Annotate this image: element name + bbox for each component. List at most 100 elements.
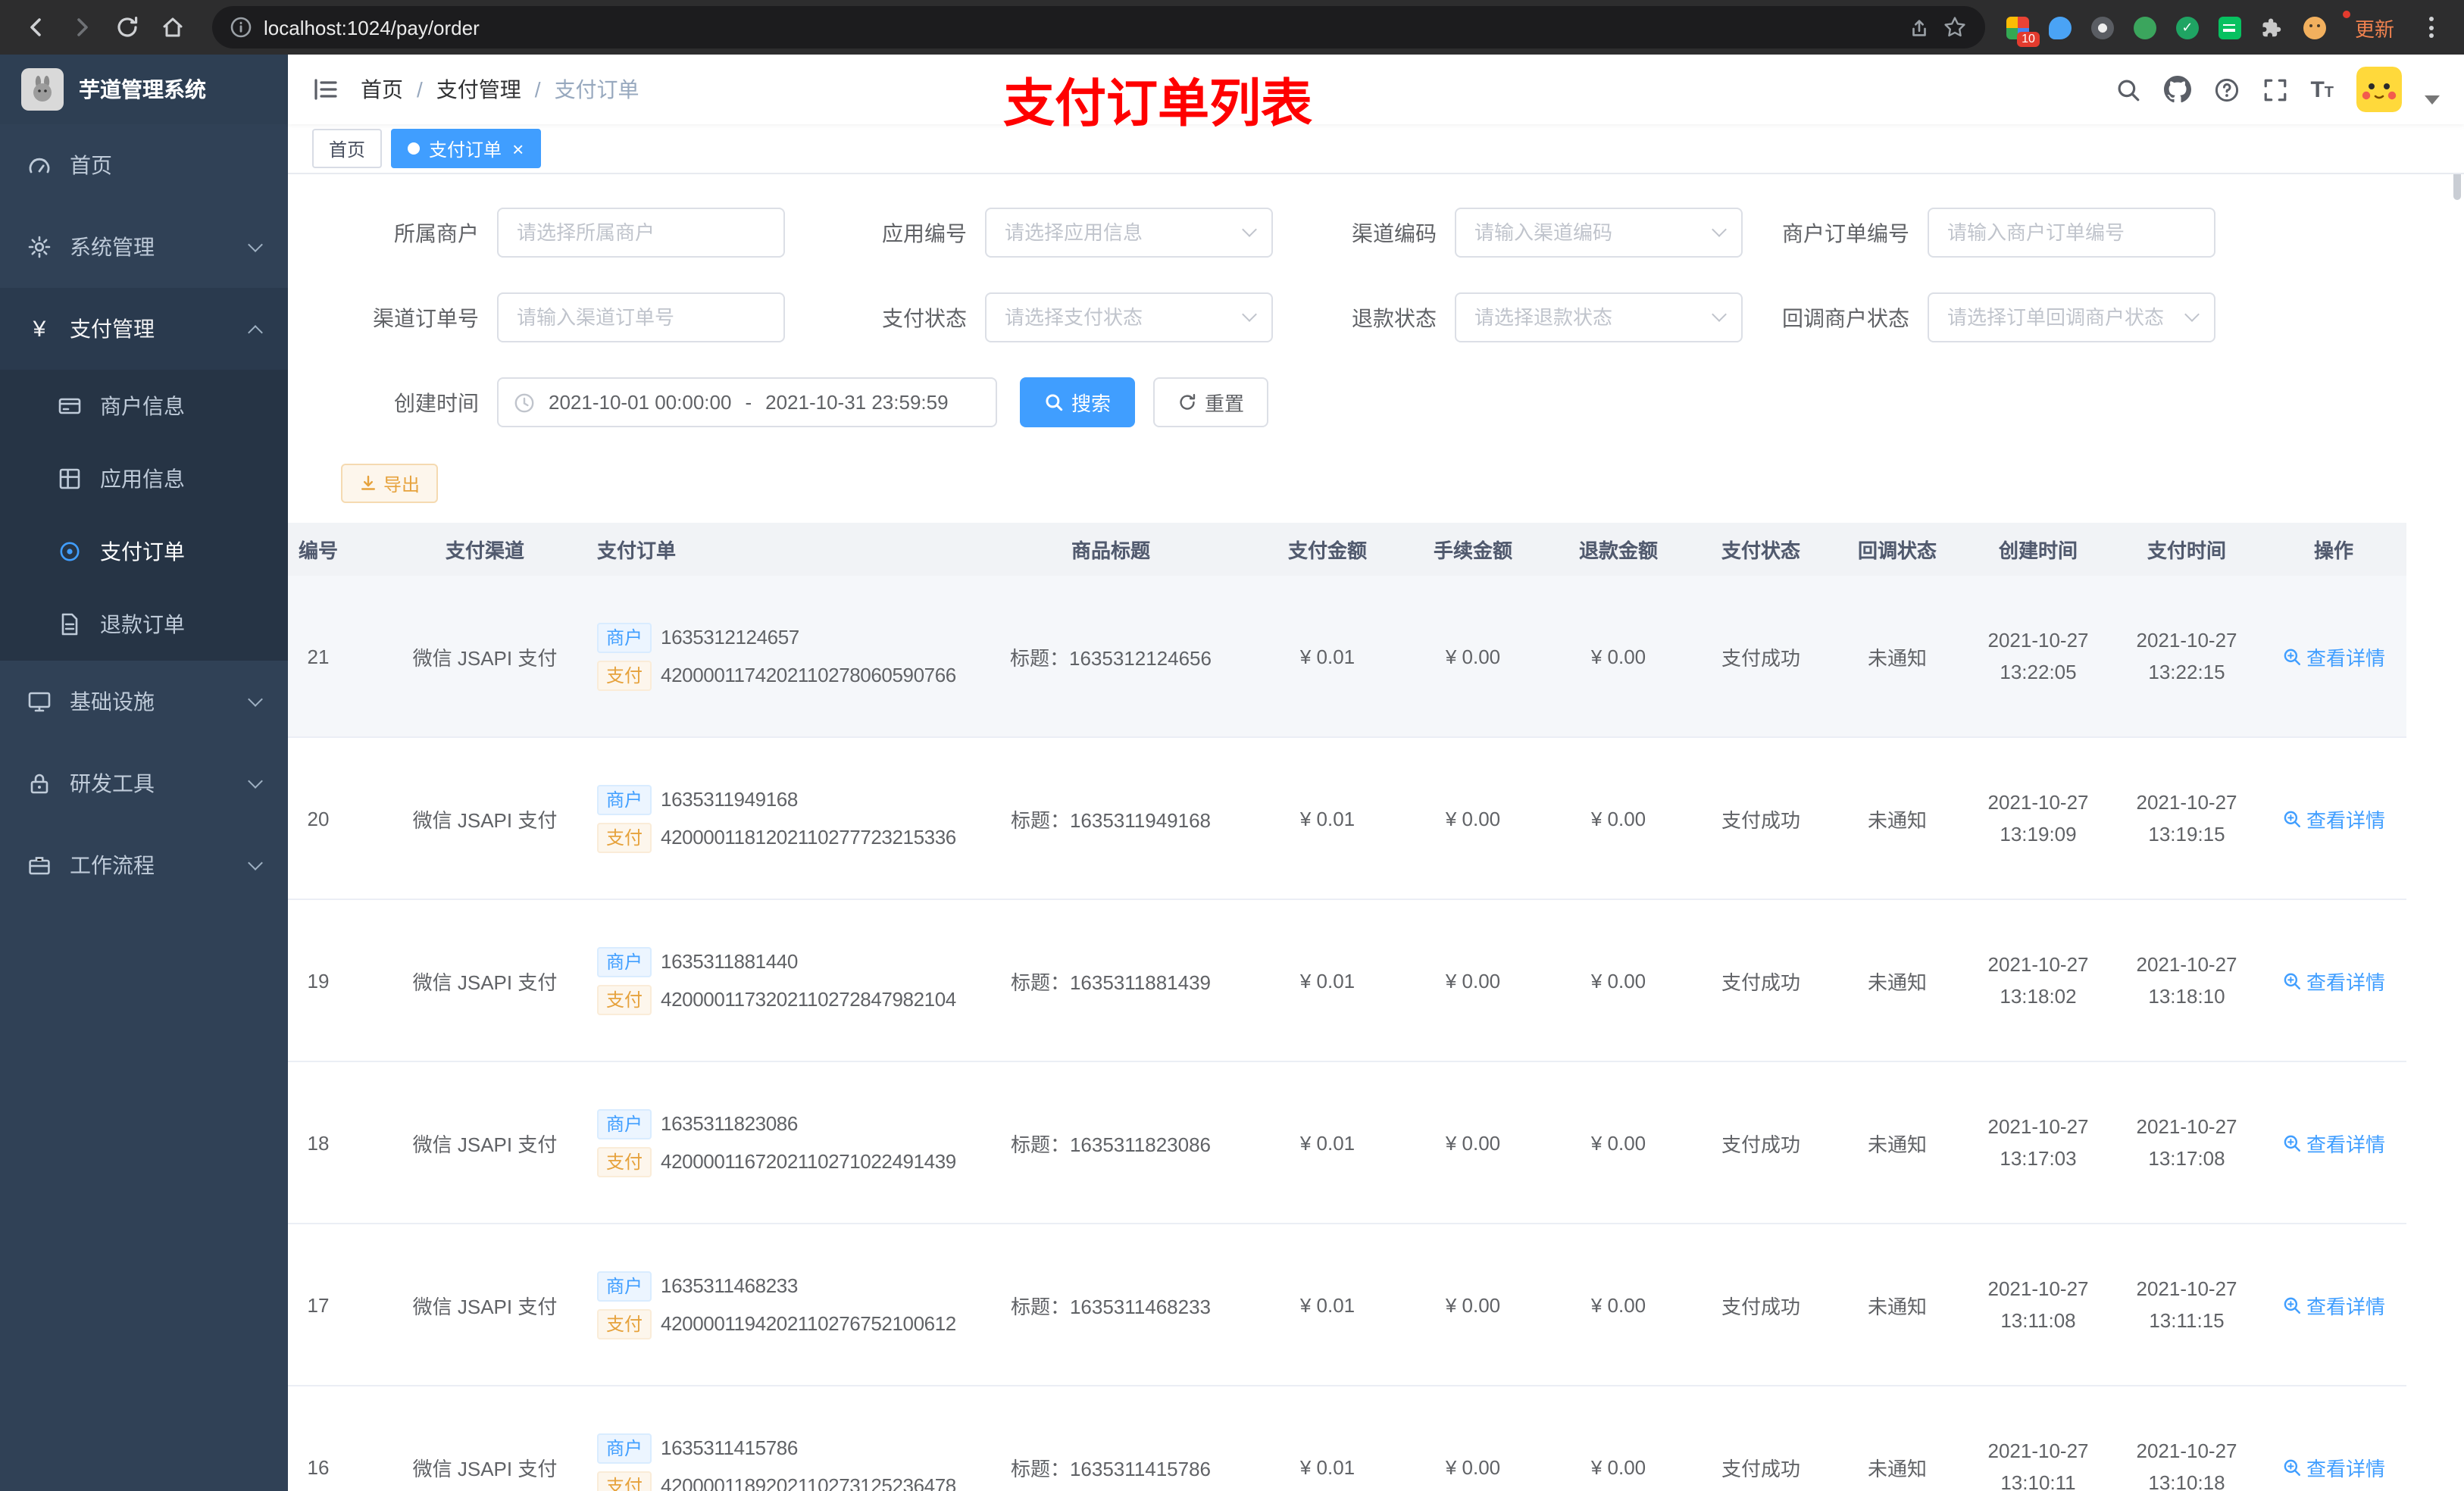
- export-button[interactable]: 导出: [341, 464, 439, 503]
- filter-label: 创建时间: [394, 390, 479, 414]
- merchant-tag: 商户: [597, 784, 652, 814]
- sidebar-item-devtools[interactable]: 研发工具: [0, 742, 288, 824]
- sidebar-item-label: 支付订单: [100, 539, 185, 564]
- merchant-input[interactable]: [497, 208, 785, 258]
- extension-green-icon[interactable]: [2133, 16, 2156, 39]
- refund-status-select[interactable]: [1455, 292, 1743, 342]
- pay-status-select[interactable]: [985, 292, 1273, 342]
- browser-menu-icon[interactable]: [2423, 17, 2440, 38]
- cell-amount: ¥ 0.01: [1299, 645, 1356, 667]
- sidebar-item-system[interactable]: 系统管理: [0, 206, 288, 288]
- font-size-icon[interactable]: TT: [2310, 77, 2334, 102]
- search-icon[interactable]: [2115, 77, 2140, 102]
- channel-order-no-input[interactable]: [497, 292, 785, 342]
- cell-pay-time: 2021-10-27 13:11:15: [2136, 1277, 2237, 1332]
- sidebar-item-workflow[interactable]: 工作流程: [0, 824, 288, 906]
- dashboard-icon: [27, 153, 52, 177]
- channel-code-select[interactable]: [1455, 208, 1743, 258]
- fullscreen-icon[interactable]: [2262, 77, 2287, 102]
- view-detail-link[interactable]: 查看详情: [2282, 1290, 2385, 1319]
- view-detail-link[interactable]: 查看详情: [2282, 1128, 2385, 1157]
- cell-notify: 未通知: [1867, 646, 1927, 669]
- sidebar-item-refund-order[interactable]: 退款订单: [0, 588, 288, 661]
- browser-profile-avatar[interactable]: [2303, 16, 2326, 39]
- github-icon[interactable]: [2163, 76, 2191, 103]
- sidebar-collapse-icon[interactable]: [312, 76, 339, 103]
- app-select[interactable]: [985, 208, 1273, 258]
- merchant-order-no-input[interactable]: [1928, 208, 2215, 258]
- extension-check-icon[interactable]: ✓: [2175, 16, 2199, 39]
- sidebar-item-merchant-info[interactable]: 商户信息: [0, 370, 288, 442]
- extension-colorful-icon[interactable]: 10: [2006, 16, 2040, 46]
- browser-forward-button[interactable]: [61, 8, 103, 47]
- share-icon[interactable]: [1908, 16, 1931, 39]
- url-text[interactable]: localhost:1024/pay/order: [264, 16, 1896, 39]
- cell-pay-order: 商户 1635311823086 支付 42000011672021102710…: [579, 1101, 967, 1184]
- filter-label: 渠道编码: [1352, 220, 1437, 245]
- breadcrumb-pay[interactable]: 支付管理: [436, 74, 521, 105]
- cell-notify: 未通知: [1867, 1457, 1927, 1480]
- sidebar-item-label: 基础设施: [70, 689, 155, 714]
- help-icon[interactable]: [2213, 77, 2239, 102]
- browser-back-button[interactable]: [15, 8, 58, 47]
- cell-fee: ¥ 0.00: [1445, 1131, 1501, 1154]
- cell-amount: ¥ 0.01: [1299, 1293, 1356, 1316]
- column-header: 商品标题: [1071, 539, 1150, 562]
- search-button[interactable]: 搜索: [1020, 377, 1136, 427]
- view-detail-link[interactable]: 查看详情: [2282, 966, 2385, 995]
- cell-id: 16: [307, 1455, 330, 1478]
- sidebar-item-home[interactable]: 首页: [0, 124, 288, 206]
- browser-refresh-button[interactable]: [106, 8, 149, 47]
- extension-dark-icon[interactable]: [2090, 16, 2114, 39]
- app-logo: 芋道管理系统: [0, 55, 288, 124]
- view-detail-link[interactable]: 查看详情: [2282, 642, 2385, 670]
- cell-pay-time: 2021-10-27 13:18:10: [2136, 952, 2237, 1008]
- view-detail-link[interactable]: 查看详情: [2282, 804, 2385, 833]
- cell-refund: ¥ 0.00: [1590, 1455, 1646, 1478]
- date-start: 2021-10-01 00:00:00: [549, 391, 732, 414]
- view-detail-link[interactable]: 查看详情: [2282, 1452, 2385, 1481]
- user-avatar[interactable]: [2356, 67, 2402, 112]
- avatar-dropdown-caret[interactable]: [2425, 95, 2440, 105]
- bookmark-star-icon[interactable]: [1943, 15, 1967, 39]
- browser-home-button[interactable]: [152, 8, 194, 47]
- column-header: 编号: [298, 539, 338, 562]
- address-bar[interactable]: localhost:1024/pay/order: [212, 6, 1985, 48]
- chevron-down-icon: [248, 774, 263, 789]
- breadcrumb-home[interactable]: 首页: [361, 74, 403, 105]
- column-header: 支付金额: [1287, 539, 1367, 562]
- sidebar-item-pay[interactable]: ¥ 支付管理: [0, 288, 288, 370]
- tab-pay-order[interactable]: 支付订单 ×: [391, 129, 541, 168]
- cell-pay-order: 商户 1635312124657 支付 42000011742021102780…: [579, 614, 967, 698]
- table-row: 18 微信 JSAPI 支付 商户 1635311823086 支付 42000…: [288, 1062, 2406, 1224]
- cell-amount: ¥ 0.01: [1299, 807, 1356, 830]
- filter-label: 支付状态: [882, 305, 967, 330]
- notify-status-select[interactable]: [1928, 292, 2215, 342]
- sidebar-item-app-info[interactable]: 应用信息: [0, 442, 288, 515]
- cell-create-time: 2021-10-27 13:22:05: [1987, 628, 2089, 683]
- sidebar-item-label: 首页: [70, 153, 112, 177]
- sidebar-item-label: 研发工具: [70, 771, 155, 796]
- reset-button[interactable]: 重置: [1153, 377, 1269, 427]
- extensions-puzzle-icon[interactable]: [2261, 16, 2284, 39]
- screen: localhost:1024/pay/order 10 ✓ 更新 芋道管理系统 …: [0, 0, 2464, 1491]
- extension-badge: 10: [2017, 31, 2040, 46]
- cell-id: 21: [307, 645, 330, 667]
- create-time-range-picker[interactable]: 2021-10-01 00:00:00 - 2021-10-31 23:59:5…: [497, 377, 997, 427]
- sidebar-item-label: 支付管理: [70, 317, 155, 341]
- browser-update-button[interactable]: 更新: [2342, 10, 2403, 45]
- tab-home[interactable]: 首页: [312, 129, 383, 168]
- view-detail-label: 查看详情: [2306, 1457, 2385, 1480]
- tab-close-icon[interactable]: ×: [512, 139, 524, 158]
- browser-extensions: 10 ✓ 更新: [2003, 10, 2449, 46]
- extension-chat-icon[interactable]: [2218, 16, 2241, 39]
- sidebar-item-infra[interactable]: 基础设施: [0, 661, 288, 742]
- sidebar-item-pay-order[interactable]: 支付订单: [0, 515, 288, 588]
- extension-drop-icon[interactable]: [2048, 16, 2072, 39]
- cell-notify: 未通知: [1867, 1133, 1927, 1155]
- site-info-icon[interactable]: [230, 17, 252, 38]
- table-body: 21 微信 JSAPI 支付 商户 1635312124657 支付 42000…: [288, 576, 2406, 1491]
- cell-create-time: 2021-10-27 13:17:03: [1987, 1114, 2089, 1170]
- tab-label: 首页: [329, 139, 366, 160]
- cell-actions: 查看详情: [2261, 804, 2406, 833]
